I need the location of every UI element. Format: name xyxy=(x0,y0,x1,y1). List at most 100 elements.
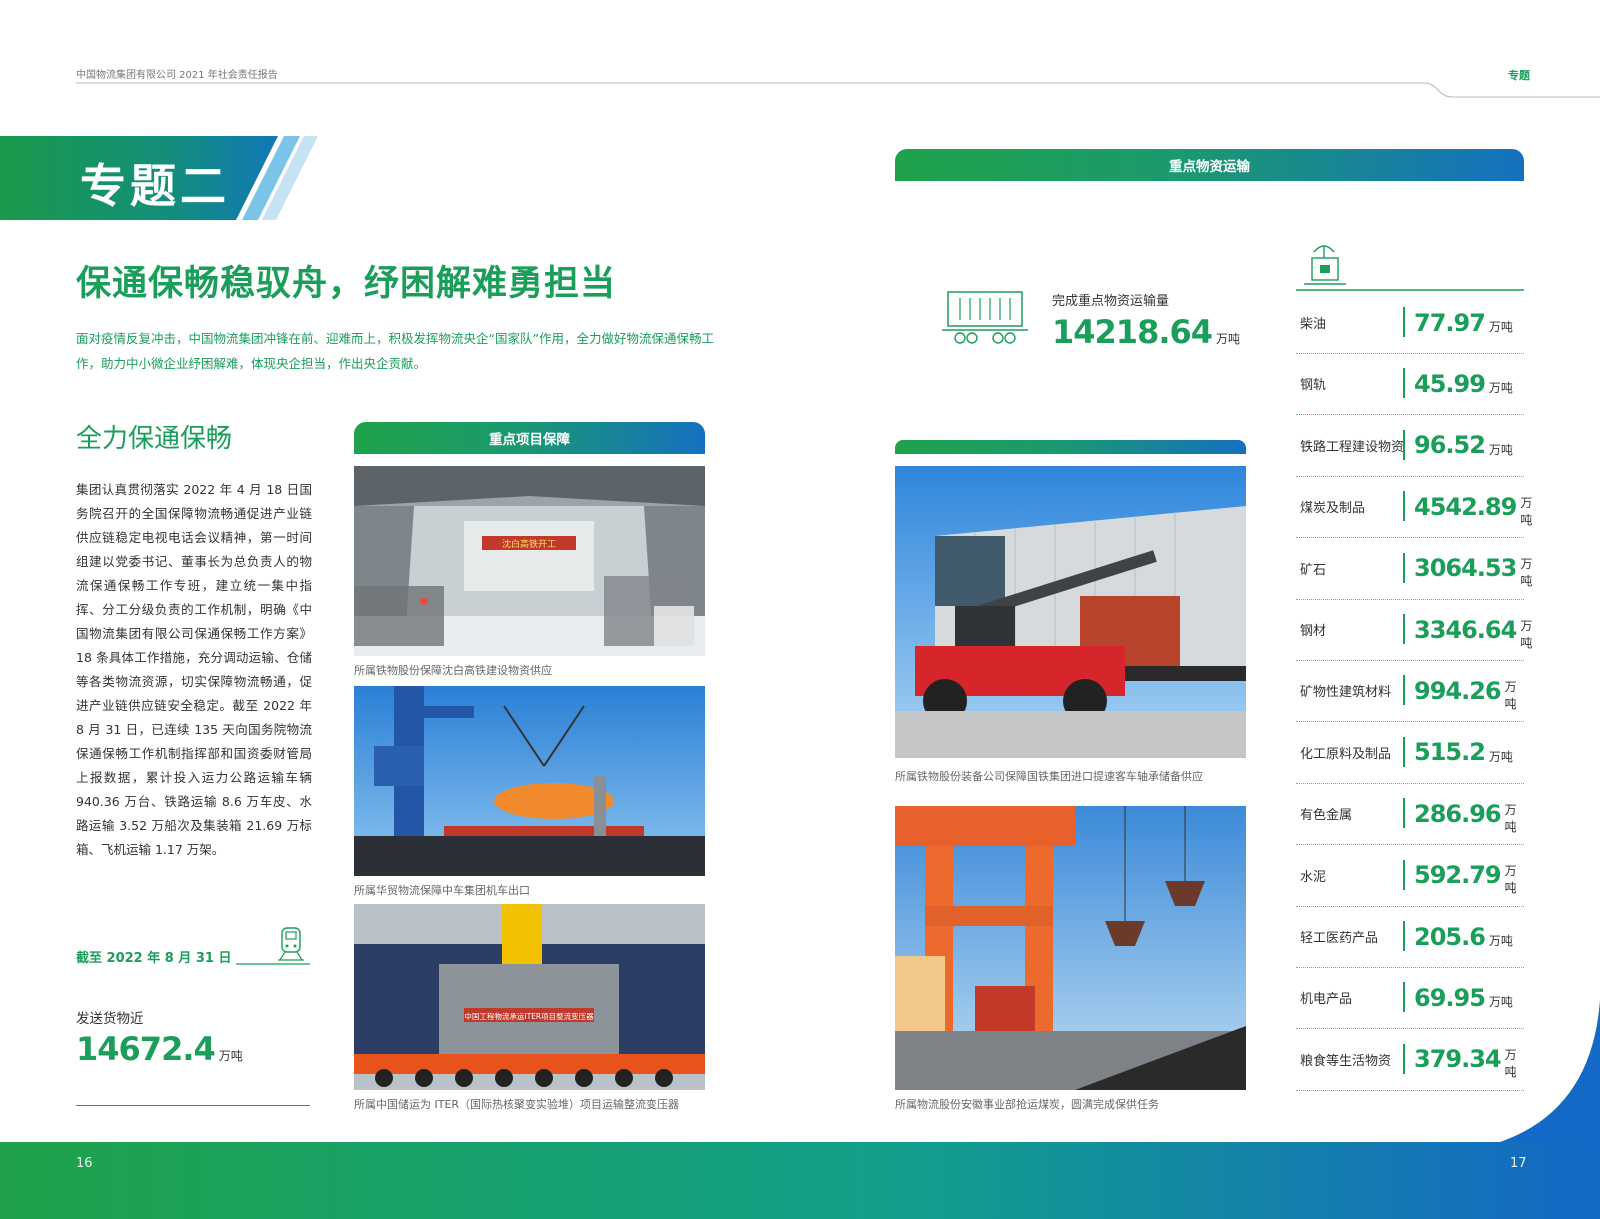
material-unit: 万吨 xyxy=(1488,442,1513,457)
material-number: 3346.64 xyxy=(1414,615,1517,644)
material-row: 钢轨 45.99 万吨 xyxy=(1296,353,1524,416)
material-separator xyxy=(1403,307,1405,337)
material-row: 轻工医药产品 205.6 万吨 xyxy=(1296,906,1524,968)
section-title: 全力保通保畅 xyxy=(76,424,233,454)
material-number: 515.2 xyxy=(1414,738,1486,767)
caption-2: 所属华贸物流保障中车集团机车出口 xyxy=(354,884,530,897)
page-number-right: 17 xyxy=(1510,1156,1527,1171)
material-name: 柴油 xyxy=(1300,317,1327,332)
total-label: 完成重点物资运输量 xyxy=(1052,294,1170,309)
total-unit: 万吨 xyxy=(1216,332,1241,346)
caption-4: 所属铁物股份装备公司保障国铁集团进口提速客车轴承储备供应 xyxy=(895,770,1203,783)
material-name: 矿物性建筑材料 xyxy=(1300,685,1392,701)
warehouse-photo: 沈白高铁开工 xyxy=(354,466,705,656)
material-separator xyxy=(1403,798,1405,829)
material-separator xyxy=(1403,736,1405,767)
material-number: 77.97 xyxy=(1414,308,1486,337)
coal-port-photo xyxy=(895,806,1246,1090)
material-value: 69.95 万吨 xyxy=(1414,967,1513,1028)
material-number: 286.96 xyxy=(1414,799,1502,828)
freight-wagon-icon xyxy=(942,291,1028,344)
material-separator xyxy=(1403,1043,1405,1074)
material-row: 钢材 3346.64 万吨 xyxy=(1296,599,1532,661)
material-row: 柴油 77.97 万吨 xyxy=(1296,292,1524,354)
material-value: 77.97 万吨 xyxy=(1414,292,1513,353)
material-value: 515.2 万吨 xyxy=(1414,722,1513,783)
material-name: 机电产品 xyxy=(1300,992,1353,1008)
material-unit: 万吨 xyxy=(1488,320,1513,334)
material-number: 69.95 xyxy=(1414,983,1486,1012)
material-row: 矿物性建筑材料 994.26 万吨 xyxy=(1296,660,1524,723)
material-value: 96.52 万吨 xyxy=(1414,415,1513,476)
material-name: 钢轨 xyxy=(1300,378,1327,394)
material-value: 45.99 万吨 xyxy=(1414,353,1513,414)
material-value: 592.79 万吨 xyxy=(1414,845,1524,906)
footer-band xyxy=(0,1142,1600,1219)
caption-1: 所属铁物股份保障沈白高铁建设物资供应 xyxy=(354,664,552,677)
material-value: 3346.64 万吨 xyxy=(1414,599,1532,660)
page-number-left: 16 xyxy=(76,1156,93,1171)
material-separator xyxy=(1403,491,1405,522)
material-value: 205.6 万吨 xyxy=(1414,906,1513,967)
material-number: 45.99 xyxy=(1414,369,1486,398)
material-unit: 万吨 xyxy=(1504,679,1517,711)
material-separator xyxy=(1403,429,1405,460)
material-separator xyxy=(1403,368,1405,399)
project-tab: 重点项目保障 xyxy=(354,422,705,454)
stat-number: 14672.4 xyxy=(76,1030,216,1068)
material-value: 4542.89 万吨 xyxy=(1414,476,1532,537)
material-number: 3064.53 xyxy=(1414,554,1517,583)
material-row: 机电产品 69.95 万吨 xyxy=(1296,967,1524,1030)
train-icon xyxy=(236,927,310,965)
material-tab: 重点物资运输 xyxy=(895,149,1524,181)
port-crane-photo xyxy=(354,686,705,876)
photo-tab-bar xyxy=(895,440,1246,454)
material-unit: 万吨 xyxy=(1520,495,1533,527)
material-name: 矿石 xyxy=(1300,562,1327,578)
material-unit: 万吨 xyxy=(1504,864,1517,896)
material-separator xyxy=(1403,982,1405,1013)
material-unit: 万吨 xyxy=(1488,749,1513,764)
material-number: 592.79 xyxy=(1414,861,1502,890)
material-number: 4542.89 xyxy=(1414,492,1517,521)
photo-banner-text: 沈白高铁开工 xyxy=(502,538,556,550)
material-separator xyxy=(1403,552,1405,583)
material-name: 铁路工程建设物资 xyxy=(1300,439,1405,455)
material-name: 煤炭及制品 xyxy=(1300,501,1366,517)
stat-divider xyxy=(76,1105,310,1106)
material-row: 铁路工程建设物资 96.52 万吨 xyxy=(1296,415,1524,477)
material-row: 煤炭及制品 4542.89 万吨 xyxy=(1296,476,1532,539)
footer-corner-curve xyxy=(1500,1000,1600,1142)
material-name: 化工原料及制品 xyxy=(1300,746,1392,762)
material-unit: 万吨 xyxy=(1488,934,1513,948)
material-name: 钢材 xyxy=(1300,624,1327,639)
material-separator xyxy=(1403,675,1405,706)
material-unit: 万吨 xyxy=(1520,557,1533,589)
material-row: 有色金属 286.96 万吨 xyxy=(1296,783,1524,846)
material-value: 3064.53 万吨 xyxy=(1414,538,1532,599)
reach-stacker-photo xyxy=(895,466,1246,758)
material-row: 粮食等生活物资 379.34 万吨 xyxy=(1296,1029,1524,1091)
intro-paragraph: 面对疫情反复冲击，中国物流集团冲锋在前、迎难而上，积极发挥物流央企“国家队”作用… xyxy=(76,331,714,371)
material-number: 379.34 xyxy=(1414,1045,1502,1074)
material-row: 化工原料及制品 515.2 万吨 xyxy=(1296,722,1524,784)
material-value: 286.96 万吨 xyxy=(1414,783,1524,844)
total-number: 14218.64 xyxy=(1052,313,1213,351)
material-name: 轻工医药产品 xyxy=(1300,931,1379,946)
stat-date-label: 截至 2022 年 8 月 31 日 xyxy=(76,951,232,966)
material-unit: 万吨 xyxy=(1520,618,1533,650)
material-unit: 万吨 xyxy=(1488,381,1513,396)
material-separator xyxy=(1403,921,1405,951)
caption-5: 所属物流股份安徽事业部抢运煤炭，圆满完成保供任务 xyxy=(895,1098,1159,1111)
material-number: 96.52 xyxy=(1414,431,1486,460)
banner-title: 专题二 xyxy=(80,159,230,213)
material-separator xyxy=(1403,859,1405,890)
material-row: 水泥 592.79 万吨 xyxy=(1296,845,1524,907)
material-number: 205.6 xyxy=(1414,922,1486,951)
material-name: 粮食等生活物资 xyxy=(1300,1053,1392,1069)
section-body: 集团认真贯彻落实 2022 年 4 月 18 日国务院召开的全国保障物流畅通促进… xyxy=(76,482,312,857)
header-divider xyxy=(76,82,1600,98)
stat-value: 14672.4 万吨 xyxy=(76,1030,243,1068)
material-number: 994.26 xyxy=(1414,676,1502,705)
material-value: 994.26 万吨 xyxy=(1414,660,1524,721)
